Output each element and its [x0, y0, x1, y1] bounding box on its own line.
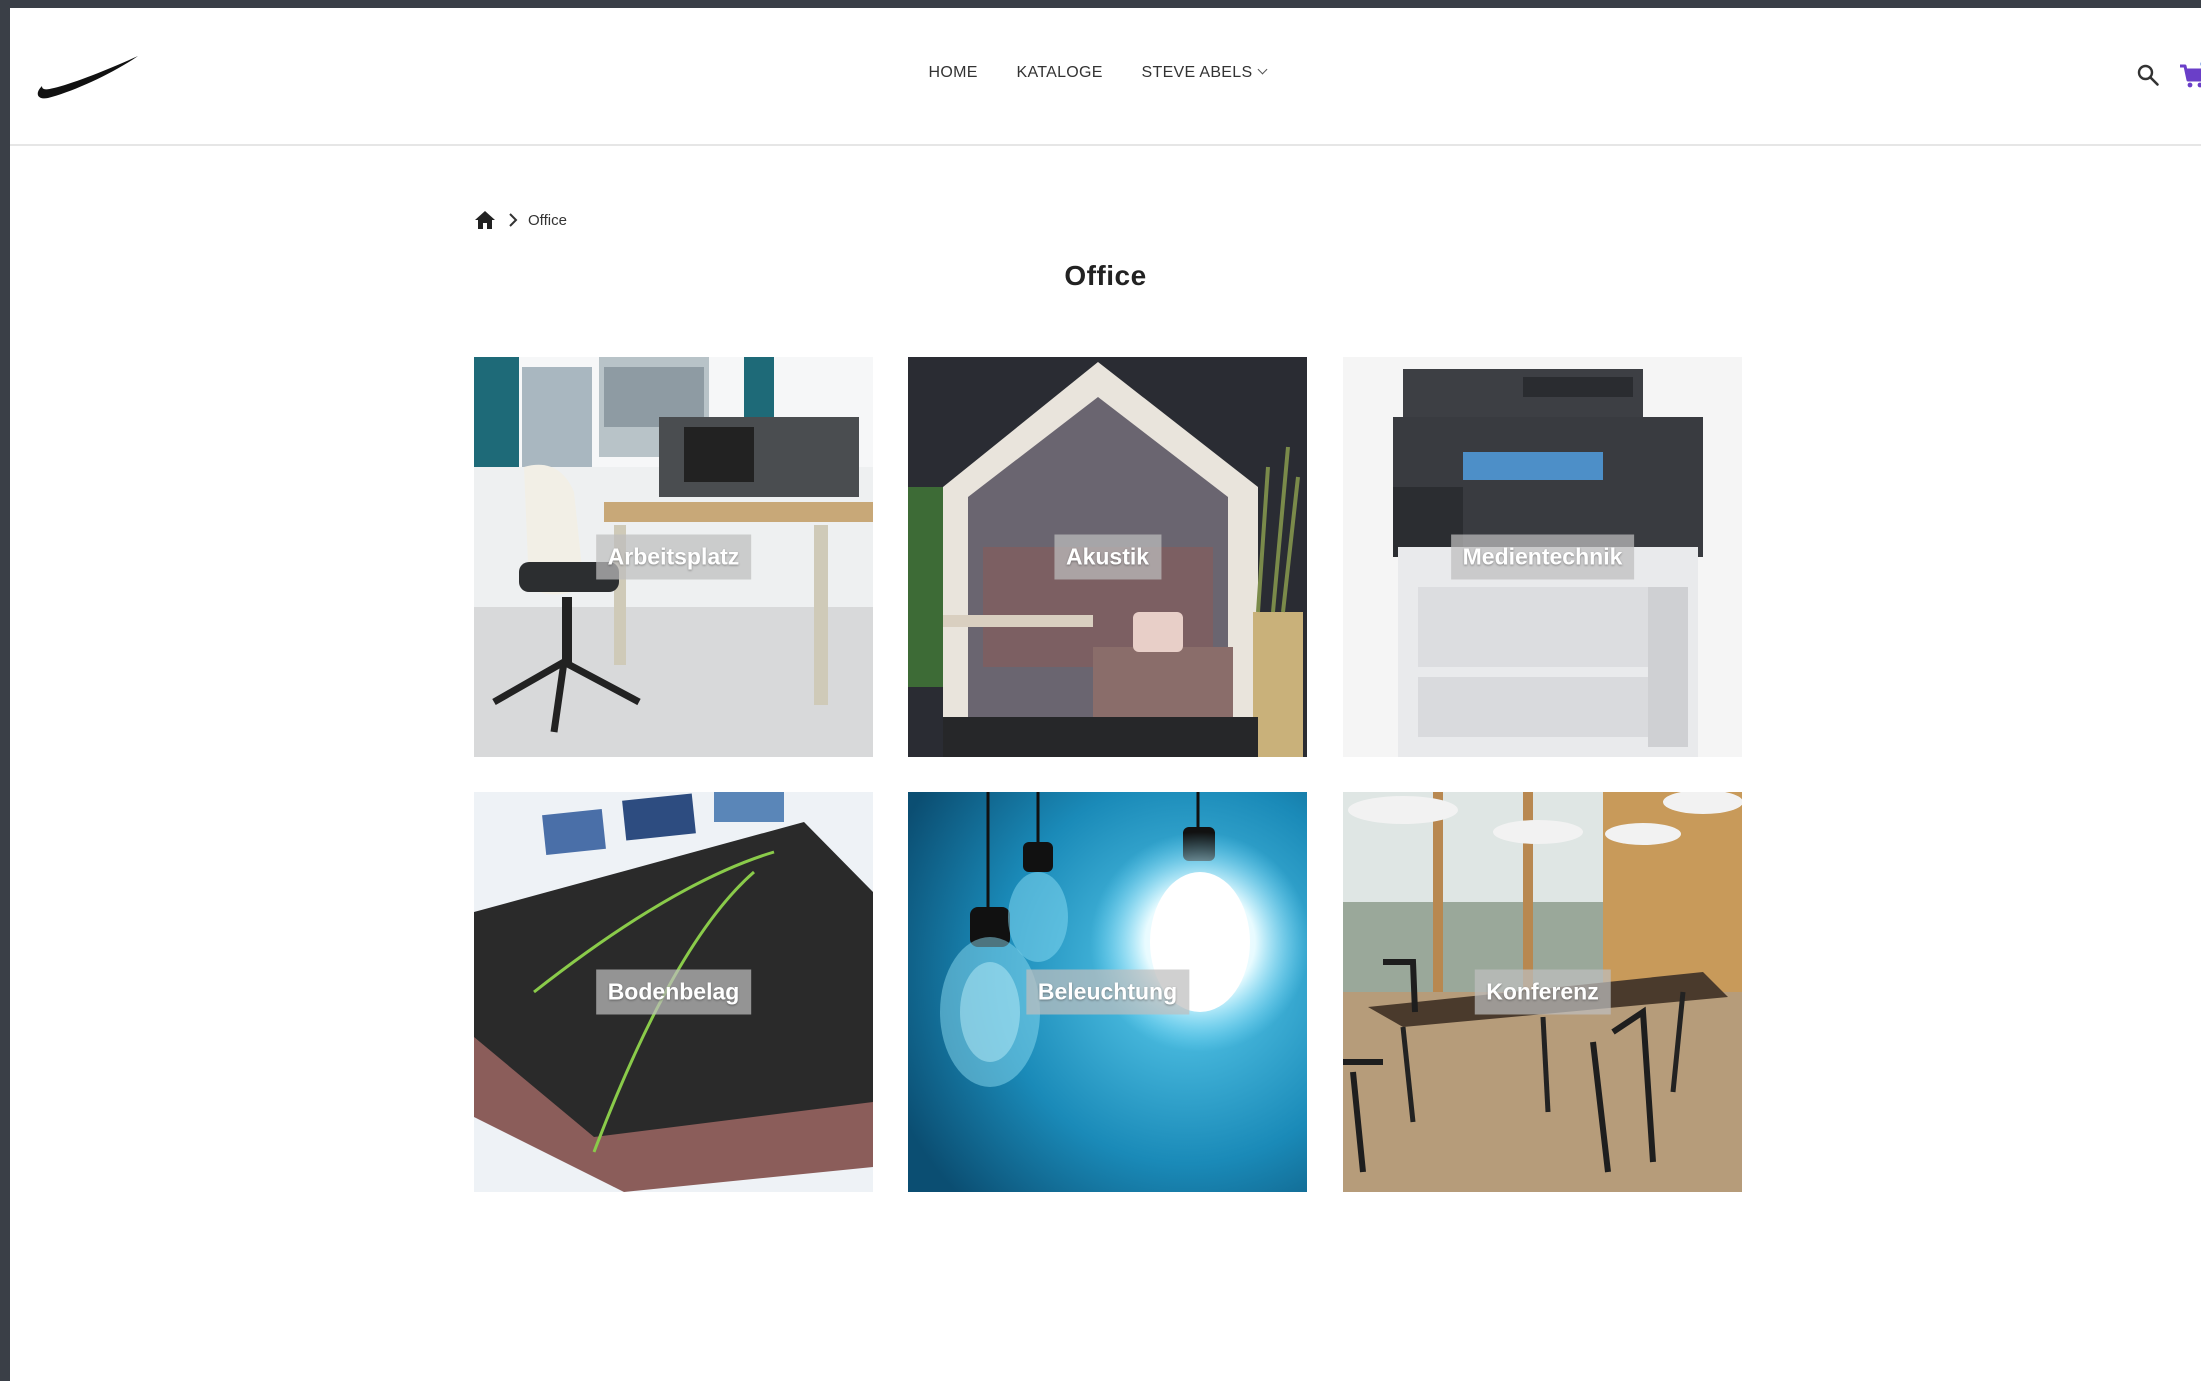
cart-icon[interactable] — [2178, 60, 2201, 90]
category-label: Arbeitsplatz — [595, 534, 752, 580]
category-label: Bodenbelag — [595, 969, 752, 1015]
category-label: Medientechnik — [1450, 534, 1635, 580]
category-tile-medientechnik[interactable]: Medientechnik — [1343, 357, 1742, 757]
category-tile-konferenz[interactable]: Konferenz — [1343, 792, 1742, 1192]
category-tile-akustik[interactable]: Akustik — [908, 357, 1307, 757]
category-label: Beleuchtung — [1025, 969, 1190, 1015]
home-icon[interactable] — [474, 209, 496, 231]
nav-user-menu[interactable]: STEVE ABELS — [1141, 64, 1268, 82]
breadcrumb: Office — [474, 208, 567, 232]
site-header: HOME KATALOGE STEVE ABELS — [10, 8, 2201, 146]
category-label: Akustik — [1053, 534, 1162, 580]
page-title: Office — [1064, 260, 1147, 291]
chevron-right-icon — [509, 213, 518, 227]
search-icon[interactable] — [2136, 63, 2160, 87]
category-tile-bodenbelag[interactable]: Bodenbelag — [474, 792, 873, 1192]
nav-kataloge[interactable]: KATALOGE — [1017, 64, 1103, 82]
category-tile-arbeitsplatz[interactable]: Arbeitsplatz — [474, 357, 873, 757]
main-navigation: HOME KATALOGE STEVE ABELS — [10, 64, 2201, 82]
nav-home[interactable]: HOME — [929, 64, 978, 82]
browser-viewport: HOME KATALOGE STEVE ABELS Office Office — [10, 8, 2201, 1381]
chevron-down-icon — [1258, 64, 1268, 75]
category-label: Konferenz — [1474, 969, 1611, 1015]
nav-user-label: STEVE ABELS — [1141, 64, 1253, 81]
breadcrumb-current: Office — [528, 211, 567, 229]
category-tile-beleuchtung[interactable]: Beleuchtung — [908, 792, 1307, 1192]
